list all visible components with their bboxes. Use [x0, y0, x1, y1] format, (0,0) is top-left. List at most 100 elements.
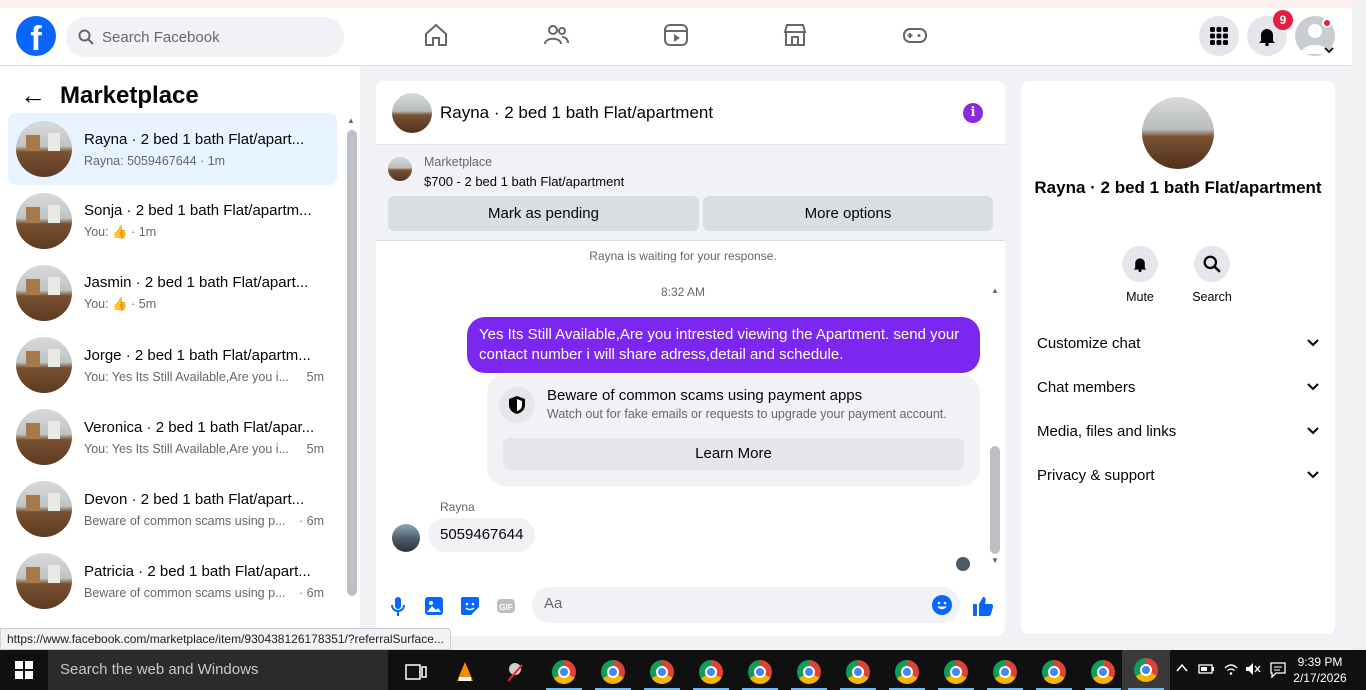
taskbar-clock[interactable]: 9:39 PM 2/17/2026	[1290, 654, 1350, 686]
sticker-icon[interactable]	[459, 595, 481, 617]
photo-icon[interactable]	[423, 595, 445, 617]
mark-pending-button[interactable]: Mark as pending	[388, 196, 699, 231]
search-input[interactable]	[102, 28, 322, 46]
conversation-item[interactable]: Patricia · 2 bed 1 bath Flat/apart... Be…	[8, 545, 337, 617]
facebook-logo-icon[interactable]: f	[16, 16, 56, 56]
marketplace-icon[interactable]	[782, 22, 808, 48]
sender-name: Rayna	[440, 500, 475, 514]
tray-chevron-up-icon[interactable]	[1176, 662, 1188, 690]
back-arrow-icon[interactable]: ←	[20, 80, 46, 111]
notification-badge: 9	[1273, 10, 1293, 30]
windows-taskbar: 9:39 PM 2/17/2026	[0, 650, 1366, 690]
marketplace-listing-banner: Marketplace $700 - 2 bed 1 bath Flat/apa…	[376, 145, 1005, 241]
conversation-item[interactable]: Sonja · 2 bed 1 bath Flat/apartm... You:…	[8, 185, 337, 257]
message-input[interactable]	[544, 595, 904, 612]
item-label: Chat members	[1037, 378, 1136, 396]
conversation-name: Jasmin · 2 bed 1 bath Flat/apart...	[84, 274, 309, 291]
chrome-icon[interactable]	[738, 654, 782, 690]
chrome-icon[interactable]	[934, 654, 978, 690]
conversation-item[interactable]: Devon · 2 bed 1 bath Flat/apart... Bewar…	[8, 473, 337, 545]
chrome-icon[interactable]	[689, 654, 733, 690]
listing-thumbnail	[16, 481, 72, 537]
listing-thumbnail	[16, 193, 72, 249]
volume-muted-icon[interactable]	[1245, 662, 1261, 690]
taskbar-search-box[interactable]	[48, 650, 388, 690]
chrome-icon-active[interactable]	[1122, 650, 1170, 690]
conversation-item[interactable]: Jasmin · 2 bed 1 bath Flat/apart... You:…	[8, 257, 337, 329]
contact-avatar[interactable]	[1142, 97, 1214, 169]
message-input-box[interactable]	[532, 587, 960, 623]
friends-icon[interactable]	[543, 22, 569, 48]
chrome-icon[interactable]	[787, 654, 831, 690]
gif-icon[interactable]: GIF	[495, 595, 517, 617]
listing-title[interactable]: $700 - 2 bed 1 bath Flat/apartment	[424, 174, 624, 189]
outgoing-message[interactable]: Yes Its Still Available,Are you intreste…	[467, 317, 980, 373]
chat-title[interactable]: Rayna · 2 bed 1 bath Flat/apartment	[440, 103, 713, 123]
thumbs-up-icon: 👍	[112, 225, 128, 239]
chat-avatar[interactable]	[392, 92, 432, 133]
conversation-name: Rayna · 2 bed 1 bath Flat/apart...	[84, 130, 305, 148]
more-options-button[interactable]: More options	[703, 196, 993, 231]
info-icon[interactable]: i	[963, 103, 983, 123]
scroll-up-arrow-icon[interactable]: ▲	[347, 116, 355, 125]
page-scrollbar[interactable]	[1352, 0, 1366, 650]
mute-label: Mute	[1126, 290, 1154, 304]
learn-more-button[interactable]: Learn More	[503, 438, 964, 470]
message-composer: GIF	[376, 581, 1005, 631]
microphone-icon[interactable]	[387, 595, 409, 617]
mute-button[interactable]: Mute	[1110, 246, 1170, 304]
search-chat-button[interactable]: Search	[1182, 246, 1242, 304]
battery-icon[interactable]	[1198, 662, 1216, 690]
chat-members-item[interactable]: Chat members	[1037, 375, 1319, 399]
chat-scrollbar[interactable]: ▲ ▼	[990, 286, 1000, 565]
notifications-button[interactable]: 9	[1247, 10, 1293, 56]
preview-text: You: Yes Its Still Available,Are you i..…	[84, 441, 289, 456]
vlc-icon[interactable]	[443, 654, 487, 690]
scrollbar-thumb[interactable]	[990, 446, 1000, 554]
video-icon[interactable]	[663, 22, 689, 48]
customize-chat-item[interactable]: Customize chat	[1037, 331, 1319, 355]
grid-icon	[1210, 27, 1228, 45]
chrome-icon[interactable]	[542, 654, 586, 690]
chrome-icon[interactable]	[1032, 654, 1076, 690]
app-icon[interactable]	[493, 654, 537, 690]
marketplace-sidebar: ← Marketplace Rayna · 2 bed 1 bath Flat/…	[0, 66, 360, 650]
home-icon[interactable]	[423, 22, 449, 48]
conversation-name: Patricia · 2 bed 1 bath Flat/apart...	[84, 562, 311, 580]
action-center-icon[interactable]	[1270, 662, 1286, 690]
search-facebook-box[interactable]	[66, 17, 344, 57]
conversation-item[interactable]: Jorge · 2 bed 1 bath Flat/apartm... You:…	[8, 329, 337, 401]
thumbs-up-icon: 👍	[112, 297, 128, 311]
conversation-preview: Rayna: 5059467644 · 1m	[84, 153, 226, 168]
chrome-icon[interactable]	[640, 654, 684, 690]
scroll-up-arrow-icon[interactable]: ▲	[991, 286, 999, 295]
preview-time: · 6m	[299, 513, 324, 528]
listing-thumbnail[interactable]	[388, 157, 412, 181]
taskbar-search-input[interactable]	[60, 661, 360, 678]
task-view-icon[interactable]	[394, 654, 438, 690]
chrome-icon[interactable]	[983, 654, 1027, 690]
gaming-icon[interactable]	[902, 22, 928, 48]
menu-grid-button[interactable]	[1199, 16, 1239, 56]
sender-avatar[interactable]	[392, 524, 420, 552]
sidebar-scrollbar[interactable]	[347, 130, 357, 596]
search-icon	[1194, 246, 1230, 282]
conversation-name: Sonja · 2 bed 1 bath Flat/apartm...	[84, 202, 312, 219]
chrome-icon[interactable]	[591, 654, 635, 690]
wifi-icon[interactable]	[1223, 662, 1239, 690]
chrome-icon[interactable]	[1081, 654, 1125, 690]
chrome-icon[interactable]	[836, 654, 880, 690]
privacy-support-item[interactable]: Privacy & support	[1037, 463, 1319, 487]
windows-start-icon[interactable]	[0, 650, 48, 690]
media-files-links-item[interactable]: Media, files and links	[1037, 419, 1319, 443]
chevron-down-icon[interactable]	[1324, 46, 1334, 54]
emoji-icon[interactable]	[932, 595, 952, 615]
incoming-message[interactable]: 5059467644	[428, 518, 536, 552]
chrome-icon[interactable]	[885, 654, 929, 690]
conversation-preview: You: Yes Its Still Available,Are you i..…	[84, 442, 324, 456]
seen-indicator-avatar	[956, 557, 970, 571]
thumbs-up-send-icon[interactable]	[972, 595, 994, 617]
scroll-down-arrow-icon[interactable]: ▼	[991, 556, 999, 565]
conversation-item[interactable]: Rayna · 2 bed 1 bath Flat/apart... Rayna…	[8, 113, 337, 185]
conversation-item[interactable]: Veronica · 2 bed 1 bath Flat/apar... You…	[8, 401, 337, 473]
